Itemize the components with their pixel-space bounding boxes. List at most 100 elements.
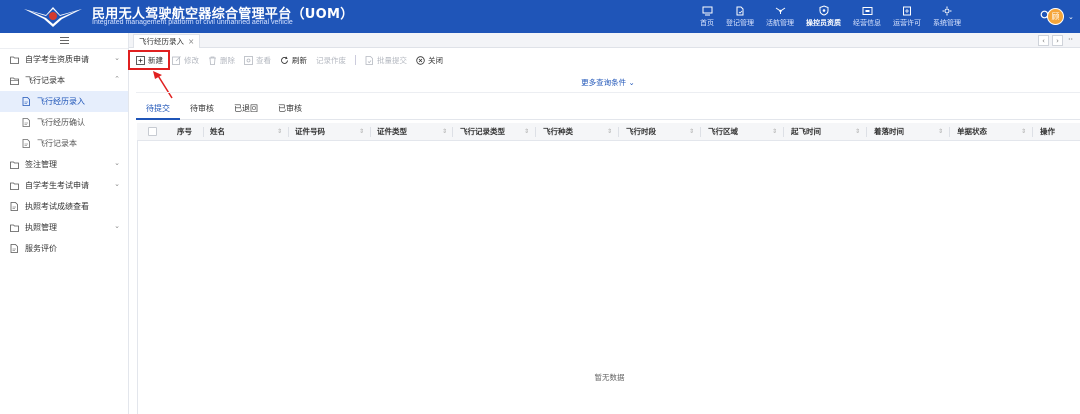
sidebar-item-flight-logbook-page[interactable]: 飞行记录本 [0, 133, 128, 154]
close-icon[interactable]: × [188, 37, 194, 46]
tab-pending-review[interactable]: 待审核 [180, 100, 224, 120]
column-header-takeoff-time[interactable]: 起飞时间 [791, 123, 821, 141]
tab-scroll-left-icon[interactable]: ‹ [1038, 35, 1049, 46]
tab-pending-submit[interactable]: 待提交 [136, 100, 180, 120]
menu-collapse-icon[interactable] [0, 33, 128, 49]
column-divider [1032, 127, 1033, 137]
column-header-flight-area[interactable]: 飞行区域 [708, 123, 738, 141]
empty-state-text: 暂无数据 [594, 373, 625, 382]
nav-home[interactable]: 首页 [694, 0, 720, 33]
sort-icon[interactable]: ⇕ [359, 123, 364, 141]
column-header-flight-period[interactable]: 飞行时段 [626, 123, 656, 141]
table-body: 暂无数据 [137, 141, 1080, 414]
nav-flight[interactable]: 活航管理 [760, 0, 800, 33]
column-header-record-type[interactable]: 飞行记录类型 [460, 123, 505, 141]
sort-icon[interactable]: ⇕ [855, 123, 860, 141]
column-divider [700, 127, 701, 137]
close-button-label: 关闭 [428, 55, 443, 65]
column-header-name[interactable]: 姓名 [210, 123, 225, 141]
new-button-highlight [128, 50, 170, 70]
toolbar-divider [355, 55, 356, 65]
edit-button[interactable]: 修改 [172, 55, 199, 66]
sidebar-item-label: 飞行记录本 [25, 76, 65, 85]
nav-operation-license[interactable]: 运营许可 [887, 0, 927, 33]
avatar[interactable]: 顾 [1047, 8, 1064, 25]
page-icon [10, 202, 19, 211]
sort-icon[interactable]: ⇕ [1021, 123, 1026, 141]
sidebar-item-exam-results[interactable]: 执照考试成绩查看 [0, 196, 128, 217]
view-button[interactable]: 查看 [244, 55, 271, 66]
sidebar-item-label: 服务评价 [25, 244, 57, 253]
folder-icon [10, 223, 19, 232]
batch-submit-button-label: 批量提交 [377, 55, 407, 65]
nav-business-info[interactable]: 经营信息 [847, 0, 887, 33]
column-header-id-number[interactable]: 证件号码 [295, 123, 325, 141]
sort-icon[interactable]: ⇕ [772, 123, 777, 141]
sort-icon[interactable]: ⇕ [689, 123, 694, 141]
refresh-icon [280, 56, 289, 65]
license-icon [901, 5, 913, 16]
sidebar-item-license-management[interactable]: 执照管理 ⌄ [0, 217, 128, 238]
screen-icon [861, 5, 873, 16]
shield-icon [818, 5, 830, 16]
column-header-status[interactable]: 单据状态 [957, 123, 987, 141]
sidebar-item-label: 自学考生资质申请 [25, 55, 89, 64]
edit-button-label: 修改 [184, 55, 199, 65]
chevron-down-icon: ⌄ [114, 180, 120, 188]
more-query-toggle[interactable]: 更多查询条件 ⌄ [136, 73, 1080, 93]
nav-label: 经营信息 [853, 19, 881, 27]
status-tabs: 待提交 待审核 已退回 已审核 [136, 100, 1080, 120]
more-icon[interactable]: ·· [1068, 35, 1073, 44]
tab-flight-experience-entry[interactable]: 飞行经历录入 × [133, 34, 201, 48]
monitor-icon [701, 5, 713, 16]
page-tab-bar: 飞行经历录入 × ‹ › ·· [129, 33, 1080, 48]
batch-submit-button[interactable]: 批量提交 [365, 55, 407, 66]
nav-operator-qualification[interactable]: 操控员资质 [800, 0, 847, 33]
document-icon [734, 5, 746, 16]
refresh-button-label: 刷新 [292, 55, 307, 65]
void-record-button[interactable]: 记录作废 [316, 55, 346, 66]
chevron-down-icon[interactable]: ⌄ [1068, 13, 1074, 21]
nav-label: 首页 [700, 19, 714, 27]
sidebar-item-flight-experience-confirm[interactable]: 飞行经历确认 [0, 112, 128, 133]
sort-icon[interactable]: ⇕ [938, 123, 943, 141]
sidebar-item-endorsement[interactable]: 签注管理 ⌄ [0, 154, 128, 175]
column-header-flight-category[interactable]: 飞行种类 [543, 123, 573, 141]
column-header-id-type[interactable]: 证件类型 [377, 123, 407, 141]
column-divider [203, 127, 204, 137]
sort-icon[interactable]: ⇕ [524, 123, 529, 141]
sidebar-item-flight-logbook[interactable]: 飞行记录本 ⌃ [0, 70, 128, 91]
nav-system-management[interactable]: 系统管理 [927, 0, 967, 33]
select-all-checkbox[interactable] [148, 127, 157, 136]
table-header: 序号 姓名 ⇕ 证件号码 ⇕ 证件类型 ⇕ 飞行记录类型 ⇕ 飞行种类 ⇕ 飞行… [137, 123, 1080, 141]
sidebar-item-label: 执照考试成绩查看 [25, 202, 89, 211]
sidebar-item-service-rating[interactable]: 服务评价 [0, 238, 128, 259]
sort-icon[interactable]: ⇕ [277, 123, 282, 141]
chevron-down-icon: ⌄ [628, 78, 635, 87]
chevron-down-icon: ⌄ [114, 159, 120, 167]
void-record-button-label: 记录作废 [316, 55, 346, 65]
toolbar: 新建 修改 删除 查看 刷新 记录作废 批量提交 关闭 [136, 53, 452, 67]
tab-reviewed[interactable]: 已审核 [268, 100, 312, 120]
sidebar: 自学考生资质申请 ⌄ 飞行记录本 ⌃ 飞行经历录入 飞行经历确认 飞行记录本 签… [0, 33, 129, 414]
sidebar-item-flight-experience-entry[interactable]: 飞行经历录入 [0, 91, 128, 112]
delete-button[interactable]: 删除 [208, 55, 235, 66]
close-button[interactable]: 关闭 [416, 55, 443, 66]
sidebar-item-exam-application[interactable]: 自学考生考试申请 ⌄ [0, 175, 128, 196]
sidebar-item-self-study-qualification[interactable]: 自学考生资质申请 ⌄ [0, 49, 128, 70]
column-header-landing-time[interactable]: 着落时间 [874, 123, 904, 141]
tab-returned[interactable]: 已退回 [224, 100, 268, 120]
sidebar-item-label: 自学考生考试申请 [25, 181, 89, 190]
more-query-label: 更多查询条件 [581, 78, 627, 87]
nav-registration[interactable]: 登记管理 [720, 0, 760, 33]
sort-icon[interactable]: ⇕ [442, 123, 447, 141]
column-divider [618, 127, 619, 137]
tab-scroll-right-icon[interactable]: › [1052, 35, 1063, 46]
sort-icon[interactable]: ⇕ [607, 123, 612, 141]
folder-icon [10, 160, 19, 169]
edit-icon [172, 55, 181, 65]
settings-icon [941, 5, 953, 16]
column-divider [783, 127, 784, 137]
refresh-button[interactable]: 刷新 [280, 55, 307, 66]
sidebar-item-label: 飞行记录本 [37, 139, 77, 148]
